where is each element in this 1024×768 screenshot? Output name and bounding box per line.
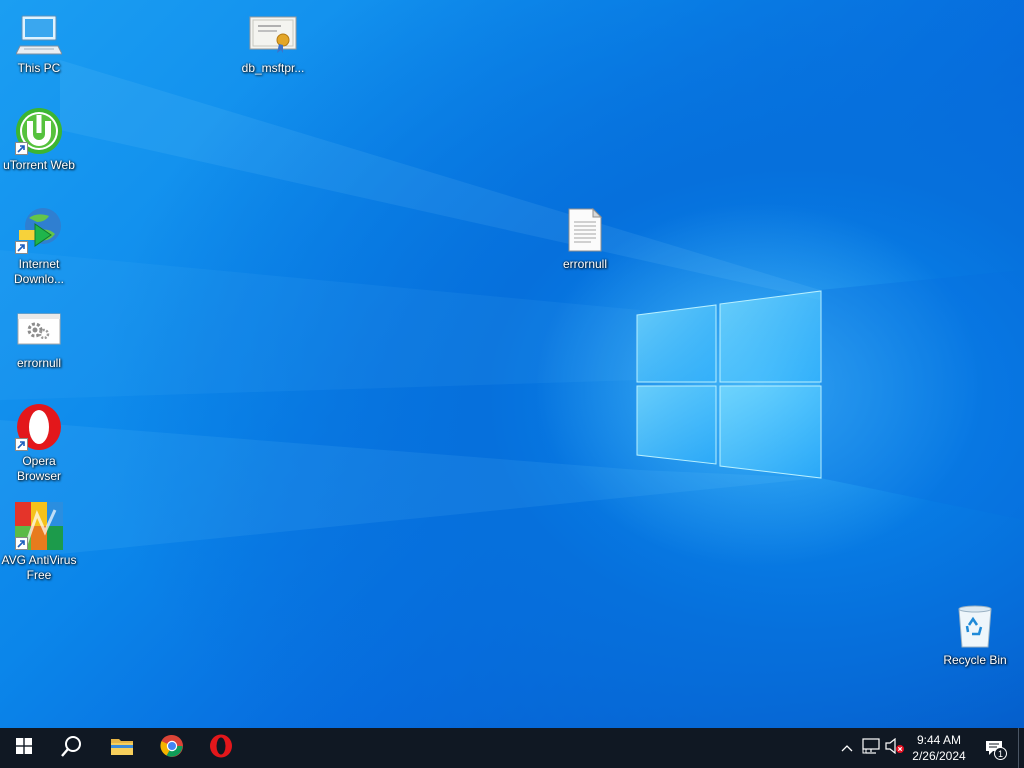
desktop-icon-db-msftpr[interactable]: db_msftpr... [234,10,312,76]
chevron-up-icon [841,739,853,757]
desktop-icon-this-pc[interactable]: This PC [0,10,78,76]
desktop-icon-label: This PC [17,61,61,75]
folder-icon [110,736,134,761]
windows-logo-icon [16,737,32,759]
clock-date: 2/26/2024 [912,749,966,763]
desktop-icon-label: Opera Browser [16,454,61,483]
desktop-icon-avg-antivirus-free[interactable]: AVG AntiVirus Free [0,502,78,583]
opera-icon [15,403,63,451]
text-document-icon [561,206,609,254]
wallpaper-beams [0,60,1024,560]
opera-button[interactable] [197,728,245,768]
network-icon [862,737,880,759]
desktop-icon-recycle-bin[interactable]: Recycle Bin [936,602,1014,668]
volume-muted-icon [885,737,905,759]
desktop-icon-label: db_msftpr... [241,61,305,75]
notification-count-badge: 1 [994,747,1007,760]
desktop-icon-label: AVG AntiVirus Free [1,553,77,582]
network-button[interactable] [860,728,882,768]
search-icon [61,735,83,762]
avg-antivirus-icon [15,502,63,550]
clock[interactable]: 9:44 AM 2/26/2024 [904,728,974,768]
desktop-icon-label: errornull [16,356,61,370]
desktop-icon-errornull-document[interactable]: errornull [546,206,624,272]
clock-time: 9:44 AM [916,733,962,747]
show-desktop-button[interactable] [1018,728,1024,768]
desktop[interactable]: This PC db_msftpr... uTorrent Web Intern… [0,0,1024,728]
desktop-icon-utorrent-web[interactable]: uTorrent Web [0,107,78,173]
utorrent-icon [15,107,63,155]
desktop-icon-label: Internet Downlo... [13,257,65,286]
notification-icon: 1 [985,740,1007,760]
volume-button[interactable] [884,728,906,768]
shortcut-arrow-icon [15,142,28,155]
action-center-button[interactable]: 1 [978,728,1010,768]
shortcut-arrow-icon [15,438,28,451]
opera-icon [209,734,233,763]
desktop-icon-opera-browser[interactable]: Opera Browser [0,403,78,484]
file-explorer-button[interactable] [98,728,146,768]
internet-download-manager-icon [15,206,63,254]
certificate-icon [249,10,297,58]
settings-file-icon [15,305,63,353]
chrome-button[interactable] [148,728,196,768]
desktop-icon-label: Recycle Bin [943,653,1007,667]
search-button[interactable] [48,728,96,768]
desktop-icon-label: errornull [562,257,607,271]
desktop-icon-errornull-settings[interactable]: errornull [0,305,78,371]
recycle-bin-icon [951,602,999,650]
shortcut-arrow-icon [15,537,28,550]
taskbar: 9:44 AM 2/26/2024 1 [0,728,1024,768]
desktop-icon-internet-download-manager[interactable]: Internet Downlo... [0,206,78,287]
start-button[interactable] [0,728,48,768]
desktop-icon-label: uTorrent Web [3,158,75,172]
show-hidden-icons-button[interactable] [838,728,856,768]
computer-icon [15,10,63,58]
shortcut-arrow-icon [15,241,28,254]
windows-wallpaper-logo [636,290,822,479]
chrome-icon [160,734,184,763]
